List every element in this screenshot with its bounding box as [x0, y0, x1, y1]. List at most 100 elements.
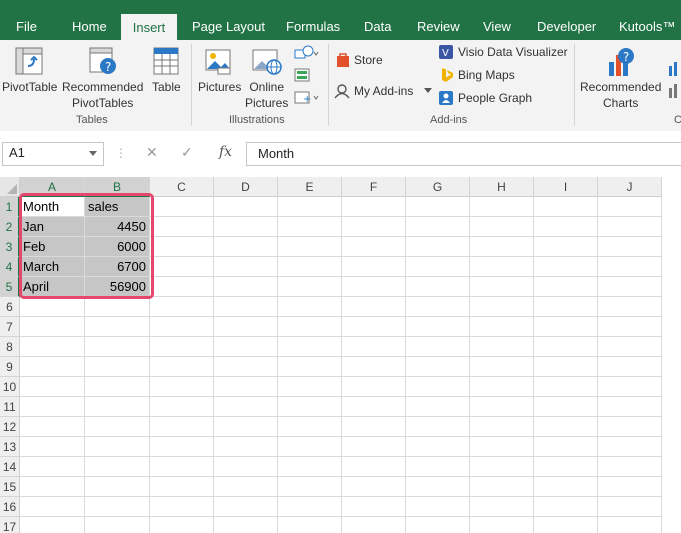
- cell-e17[interactable]: [278, 517, 342, 533]
- cell-f16[interactable]: [342, 497, 406, 517]
- row-header-6[interactable]: 6: [0, 297, 20, 317]
- table-button[interactable]: Table: [152, 79, 181, 95]
- cell-d8[interactable]: [214, 337, 278, 357]
- cell-i15[interactable]: [534, 477, 598, 497]
- chevron-down-icon[interactable]: [424, 88, 432, 94]
- cell-f10[interactable]: [342, 377, 406, 397]
- cell-j4[interactable]: [598, 257, 662, 277]
- cell-c12[interactable]: [150, 417, 214, 437]
- chevron-down-icon[interactable]: [89, 151, 97, 157]
- cell-c9[interactable]: [150, 357, 214, 377]
- cell-d2[interactable]: [214, 217, 278, 237]
- cell-h4[interactable]: [470, 257, 534, 277]
- cell-a12[interactable]: [20, 417, 85, 437]
- cell-d14[interactable]: [214, 457, 278, 477]
- column-header-f[interactable]: F: [342, 177, 406, 197]
- cell-h3[interactable]: [470, 237, 534, 257]
- cell-b7[interactable]: [85, 317, 150, 337]
- cell-d9[interactable]: [214, 357, 278, 377]
- row-header-8[interactable]: 8: [0, 337, 20, 357]
- cell-g15[interactable]: [406, 477, 470, 497]
- cell-b2[interactable]: 4450: [85, 217, 150, 237]
- column-header-h[interactable]: H: [470, 177, 534, 197]
- column-header-j[interactable]: J: [598, 177, 662, 197]
- cell-e12[interactable]: [278, 417, 342, 437]
- row-header-16[interactable]: 16: [0, 497, 20, 517]
- cell-i13[interactable]: [534, 437, 598, 457]
- cell-c10[interactable]: [150, 377, 214, 397]
- cell-e11[interactable]: [278, 397, 342, 417]
- cell-g8[interactable]: [406, 337, 470, 357]
- cell-i1[interactable]: [534, 197, 598, 217]
- cell-c2[interactable]: [150, 217, 214, 237]
- column-header-d[interactable]: D: [214, 177, 278, 197]
- cell-g6[interactable]: [406, 297, 470, 317]
- cell-b4[interactable]: 6700: [85, 257, 150, 277]
- cell-g16[interactable]: [406, 497, 470, 517]
- cell-c17[interactable]: [150, 517, 214, 533]
- cell-f17[interactable]: [342, 517, 406, 533]
- cell-d5[interactable]: [214, 277, 278, 297]
- cell-i10[interactable]: [534, 377, 598, 397]
- cell-f5[interactable]: [342, 277, 406, 297]
- cell-b15[interactable]: [85, 477, 150, 497]
- cell-j13[interactable]: [598, 437, 662, 457]
- column-header-a[interactable]: A: [20, 177, 85, 197]
- cell-d15[interactable]: [214, 477, 278, 497]
- cell-a2[interactable]: Jan: [20, 217, 85, 237]
- cell-f1[interactable]: [342, 197, 406, 217]
- cell-b11[interactable]: [85, 397, 150, 417]
- cell-a7[interactable]: [20, 317, 85, 337]
- cell-h12[interactable]: [470, 417, 534, 437]
- store-button[interactable]: Store: [354, 52, 383, 68]
- cell-h2[interactable]: [470, 217, 534, 237]
- cell-g17[interactable]: [406, 517, 470, 533]
- cell-i7[interactable]: [534, 317, 598, 337]
- row-header-9[interactable]: 9: [0, 357, 20, 377]
- online-pictures-button[interactable]: Online Pictures: [245, 79, 288, 111]
- cell-c15[interactable]: [150, 477, 214, 497]
- row-header-12[interactable]: 12: [0, 417, 20, 437]
- cell-f12[interactable]: [342, 417, 406, 437]
- cell-j12[interactable]: [598, 417, 662, 437]
- cell-e1[interactable]: [278, 197, 342, 217]
- cell-g12[interactable]: [406, 417, 470, 437]
- cell-e15[interactable]: [278, 477, 342, 497]
- cell-g9[interactable]: [406, 357, 470, 377]
- cell-e7[interactable]: [278, 317, 342, 337]
- cell-j9[interactable]: [598, 357, 662, 377]
- cell-e5[interactable]: [278, 277, 342, 297]
- smartart-icon[interactable]: [293, 66, 319, 84]
- cell-f2[interactable]: [342, 217, 406, 237]
- screenshot-icon[interactable]: +: [293, 88, 321, 106]
- column-header-c[interactable]: C: [150, 177, 214, 197]
- tab-developer[interactable]: Developer: [537, 13, 596, 40]
- cell-h15[interactable]: [470, 477, 534, 497]
- visio-data-visualizer-button[interactable]: Visio Data Visualizer: [458, 44, 568, 60]
- cell-c11[interactable]: [150, 397, 214, 417]
- cell-b9[interactable]: [85, 357, 150, 377]
- cell-c1[interactable]: [150, 197, 214, 217]
- cell-h7[interactable]: [470, 317, 534, 337]
- cell-e14[interactable]: [278, 457, 342, 477]
- cell-b16[interactable]: [85, 497, 150, 517]
- cell-a15[interactable]: [20, 477, 85, 497]
- cell-f6[interactable]: [342, 297, 406, 317]
- cell-i17[interactable]: [534, 517, 598, 533]
- cell-c14[interactable]: [150, 457, 214, 477]
- cell-c8[interactable]: [150, 337, 214, 357]
- pivottable-button[interactable]: PivotTable: [2, 79, 57, 95]
- cell-d13[interactable]: [214, 437, 278, 457]
- cell-c4[interactable]: [150, 257, 214, 277]
- cell-g3[interactable]: [406, 237, 470, 257]
- cell-d16[interactable]: [214, 497, 278, 517]
- cell-a3[interactable]: Feb: [20, 237, 85, 257]
- recommended-charts-button[interactable]: Recommended Charts: [580, 79, 661, 111]
- pictures-button[interactable]: Pictures: [198, 79, 241, 95]
- cell-h17[interactable]: [470, 517, 534, 533]
- people-graph-button[interactable]: People Graph: [458, 90, 532, 106]
- cell-i14[interactable]: [534, 457, 598, 477]
- cell-e2[interactable]: [278, 217, 342, 237]
- cell-h9[interactable]: [470, 357, 534, 377]
- tab-kutools[interactable]: Kutools™: [619, 13, 675, 40]
